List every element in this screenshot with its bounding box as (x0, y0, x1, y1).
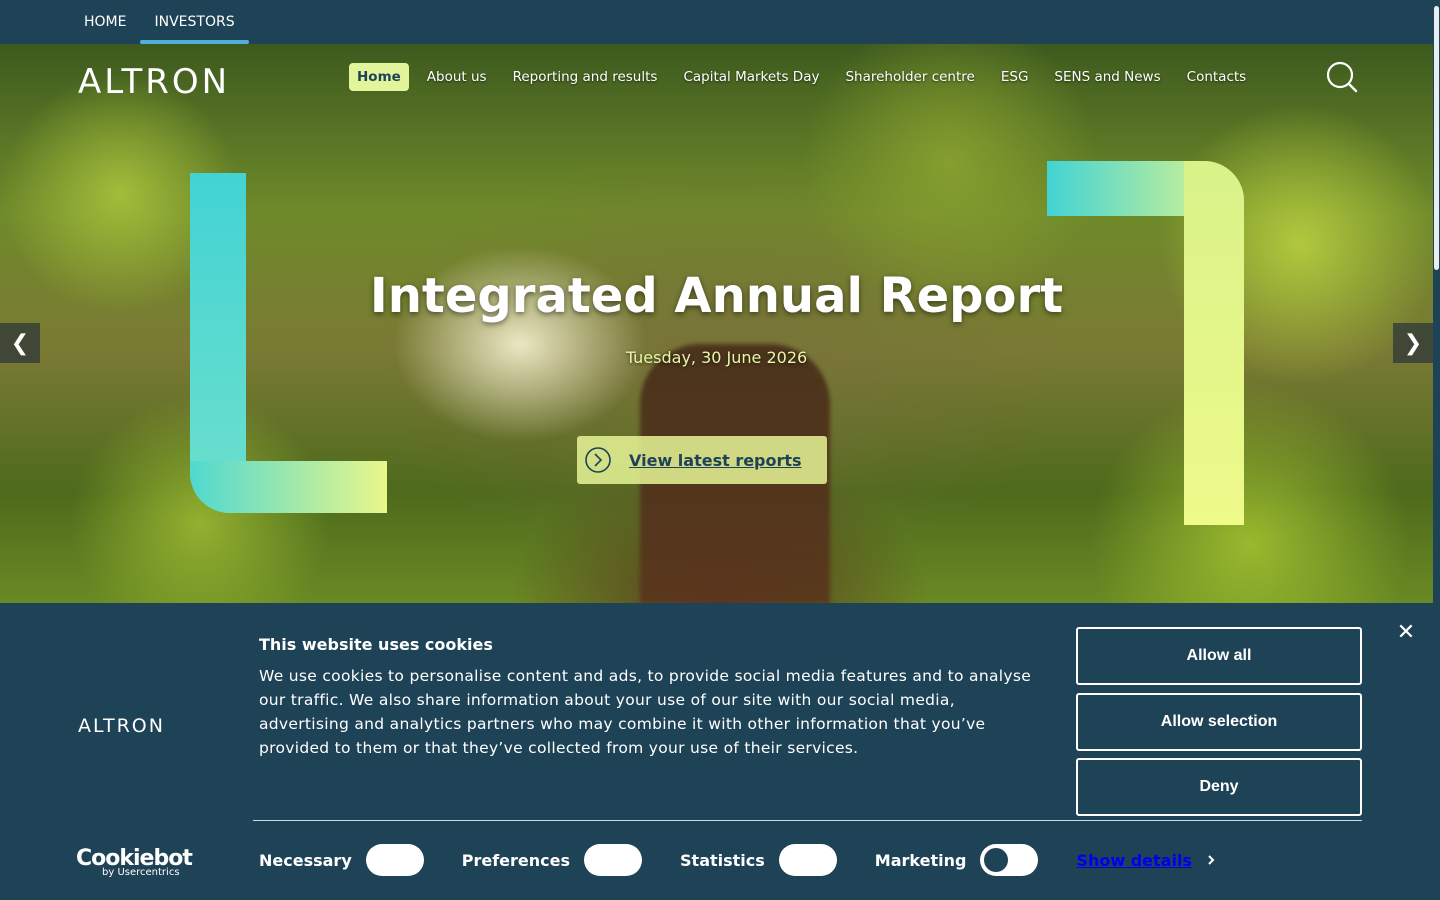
cookie-banner-divider (253, 820, 1362, 821)
chevron-right-icon (1208, 855, 1215, 865)
arrow-circle-icon (585, 447, 611, 473)
allow-selection-button[interactable]: Allow selection (1076, 693, 1362, 751)
cookie-banner-logo: ALTRON (78, 715, 165, 737)
toggle-label-necessary: Necessary (259, 850, 352, 870)
view-latest-reports-label: View latest reports (629, 450, 802, 470)
hero-date: Tuesday, 30 June 2026 (625, 348, 808, 367)
chevron-left-icon: ❮ (10, 330, 30, 356)
menu-item-esg[interactable]: ESG (993, 63, 1037, 91)
main-header: ALTRON Home About us Reporting and resul… (0, 44, 1433, 112)
carousel-next-button[interactable]: ❯ (1393, 323, 1433, 363)
show-details-link[interactable]: Show details (1076, 851, 1220, 870)
altron-logo[interactable]: ALTRON (78, 62, 230, 102)
toggle-marketing[interactable] (980, 844, 1039, 876)
menu-item-about-us[interactable]: About us (419, 63, 495, 91)
menu-item-contacts[interactable]: Contacts (1179, 63, 1255, 91)
cookie-banner-title: This website uses cookies (259, 635, 493, 654)
toggle-necessary[interactable] (365, 844, 424, 876)
menu-item-shareholder-centre[interactable]: Shareholder centre (837, 63, 982, 91)
cookie-toggles: Necessary Preferences Statistics Marketi… (259, 844, 1220, 876)
scrollbar-thumb[interactable] (1434, 6, 1439, 270)
carousel-prev-button[interactable]: ❮ (0, 323, 40, 363)
toggle-preferences[interactable] (584, 844, 643, 876)
menu-item-home[interactable]: Home (349, 63, 409, 91)
cookie-consent-banner: ALTRON This website uses cookies We use … (0, 603, 1433, 900)
view-latest-reports-button[interactable]: View latest reports (577, 436, 827, 484)
toggle-label-marketing: Marketing (874, 850, 967, 870)
page-scrollbar[interactable] (1433, 0, 1440, 900)
left-bracket-decoration (190, 173, 387, 513)
toggle-statistics[interactable] (778, 844, 837, 876)
close-icon[interactable]: ✕ (1396, 622, 1416, 644)
hero-banner: Integrated Annual Report Tuesday, 30 Jun… (0, 44, 1433, 604)
menu-item-sens-and-news[interactable]: SENS and News (1046, 63, 1168, 91)
deny-button[interactable]: Deny (1076, 758, 1362, 816)
menu-item-reporting-and-results[interactable]: Reporting and results (505, 63, 666, 91)
show-details-label: Show details (1076, 850, 1192, 870)
top-nav: HOME INVESTORS (0, 0, 1440, 44)
hero-title: Integrated Annual Report (369, 268, 1064, 324)
toggle-label-preferences: Preferences (461, 850, 571, 870)
toggle-label-statistics: Statistics (680, 850, 765, 870)
logo-text: ALTRON (78, 62, 231, 102)
allow-all-button[interactable]: Allow all (1076, 627, 1362, 685)
top-nav-investors[interactable]: INVESTORS (140, 0, 249, 44)
cookiebot-sub: by Usercentrics (102, 867, 180, 878)
chevron-right-icon: ❯ (1403, 330, 1423, 356)
menu-item-capital-markets-day[interactable]: Capital Markets Day (675, 63, 827, 91)
main-menu: Home About us Reporting and results Capi… (349, 63, 1264, 91)
right-bracket-decoration (1047, 161, 1244, 525)
cookie-banner-text: We use cookies to personalise content an… (259, 667, 1032, 757)
cookiebot-logo: Cookiebot by Usercentrics (76, 846, 193, 878)
top-nav-home[interactable]: HOME (70, 0, 140, 44)
search-icon[interactable] (1326, 61, 1358, 93)
